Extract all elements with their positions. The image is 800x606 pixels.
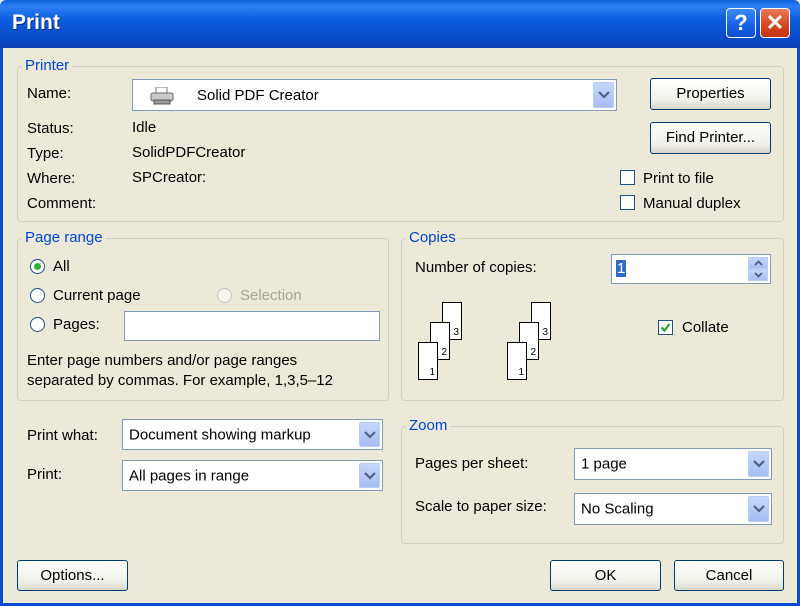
scale-to-paper-value: No Scaling	[581, 500, 654, 518]
page-icon: 1	[507, 342, 527, 380]
print-dropdown-arrow[interactable]	[359, 463, 380, 488]
comment-label: Comment:	[27, 195, 97, 212]
page-number: 3	[453, 327, 459, 338]
chevron-down-icon	[364, 471, 376, 480]
cancel-button[interactable]: Cancel	[674, 560, 784, 591]
print-dropdown[interactable]: All pages in range	[122, 460, 383, 491]
radio-selected-dot	[34, 263, 41, 270]
close-button[interactable]: ✕	[760, 8, 790, 38]
print-what-value: Document showing markup	[129, 426, 311, 443]
pages-radio[interactable]	[30, 317, 45, 332]
selection-label: Selection	[240, 287, 302, 304]
ok-button[interactable]: OK	[550, 560, 661, 591]
where-value: SPCreator:	[132, 169, 207, 186]
pages-per-sheet-dropdown[interactable]: 1 page	[574, 448, 772, 480]
page-number: 1	[518, 367, 524, 378]
collate-label[interactable]: Collate	[682, 319, 729, 336]
page-number: 1	[429, 367, 435, 378]
all-radio[interactable]	[30, 259, 45, 274]
current-page-label[interactable]: Current page	[53, 287, 141, 304]
printer-name-dropdown-arrow[interactable]	[593, 82, 614, 108]
selection-radio	[217, 288, 232, 303]
pages-per-sheet-value: 1 page	[581, 455, 627, 473]
page-range-help-line1: Enter page numbers and/or page ranges	[27, 352, 298, 369]
status-label: Status:	[27, 120, 74, 137]
all-label[interactable]: All	[53, 258, 70, 275]
number-of-copies-label: Number of copies:	[415, 259, 537, 276]
page-range-legend: Page range	[22, 229, 106, 246]
window-title: Print	[12, 11, 60, 34]
properties-button[interactable]: Properties	[650, 78, 771, 110]
page-range-help-line2: separated by commas. For example, 1,3,5–…	[27, 372, 333, 389]
page-number: 2	[530, 347, 536, 358]
printer-name-label: Name:	[27, 85, 72, 102]
print-what-dropdown-arrow[interactable]	[359, 422, 380, 447]
chevron-up-icon	[754, 260, 763, 266]
pages-per-sheet-label: Pages per sheet:	[415, 455, 529, 472]
chevron-down-icon	[598, 91, 610, 99]
number-of-copies-value[interactable]: 1	[616, 260, 627, 277]
chevron-down-icon	[753, 505, 765, 513]
status-value: Idle	[132, 119, 157, 136]
pages-label[interactable]: Pages:	[53, 316, 100, 333]
manual-duplex-label[interactable]: Manual duplex	[643, 195, 741, 212]
collate-illustration-2: 3 2 1	[507, 302, 567, 382]
scale-to-paper-dropdown-arrow[interactable]	[748, 496, 769, 522]
copies-legend: Copies	[406, 229, 459, 246]
window-frame-left	[0, 48, 3, 606]
title-bar	[0, 0, 800, 48]
collate-checkbox[interactable]	[658, 320, 673, 335]
options-button[interactable]: Options...	[17, 560, 128, 591]
chevron-down-icon	[754, 272, 763, 278]
collate-illustration-1: 3 2 1	[418, 302, 478, 382]
scale-to-paper-label: Scale to paper size:	[415, 498, 547, 515]
page-number: 3	[542, 327, 548, 338]
help-button[interactable]: ?	[726, 8, 756, 38]
find-printer-button[interactable]: Find Printer...	[650, 122, 771, 154]
printer-legend: Printer	[22, 57, 73, 74]
number-of-copies-spinner[interactable]: 1	[611, 254, 771, 284]
chevron-down-icon	[753, 460, 765, 468]
print-what-dropdown[interactable]: Document showing markup	[122, 419, 383, 450]
page-icon: 1	[418, 342, 438, 380]
where-label: Where:	[27, 170, 76, 187]
spin-up-button[interactable]	[748, 257, 768, 269]
print-what-label: Print what:	[27, 427, 98, 444]
print-label: Print:	[27, 466, 63, 483]
pages-per-sheet-dropdown-arrow[interactable]	[748, 451, 769, 477]
printer-icon	[149, 86, 175, 105]
print-to-file-label[interactable]: Print to file	[643, 170, 714, 187]
chevron-down-icon	[364, 430, 376, 439]
print-to-file-checkbox[interactable]	[620, 170, 635, 185]
printer-name-dropdown[interactable]: Solid PDF Creator	[132, 79, 617, 111]
zoom-group	[401, 426, 784, 544]
type-label: Type:	[27, 145, 64, 162]
zoom-legend: Zoom	[406, 417, 451, 434]
spin-down-button[interactable]	[748, 269, 768, 281]
print-value: All pages in range	[129, 467, 250, 484]
type-value: SolidPDFCreator	[132, 144, 246, 161]
checkmark-icon	[660, 323, 671, 333]
pages-input[interactable]	[124, 311, 380, 341]
scale-to-paper-dropdown[interactable]: No Scaling	[574, 493, 772, 525]
printer-name-value: Solid PDF Creator	[197, 87, 319, 104]
manual-duplex-checkbox[interactable]	[620, 195, 635, 210]
current-page-radio[interactable]	[30, 288, 45, 303]
page-number: 2	[441, 347, 447, 358]
